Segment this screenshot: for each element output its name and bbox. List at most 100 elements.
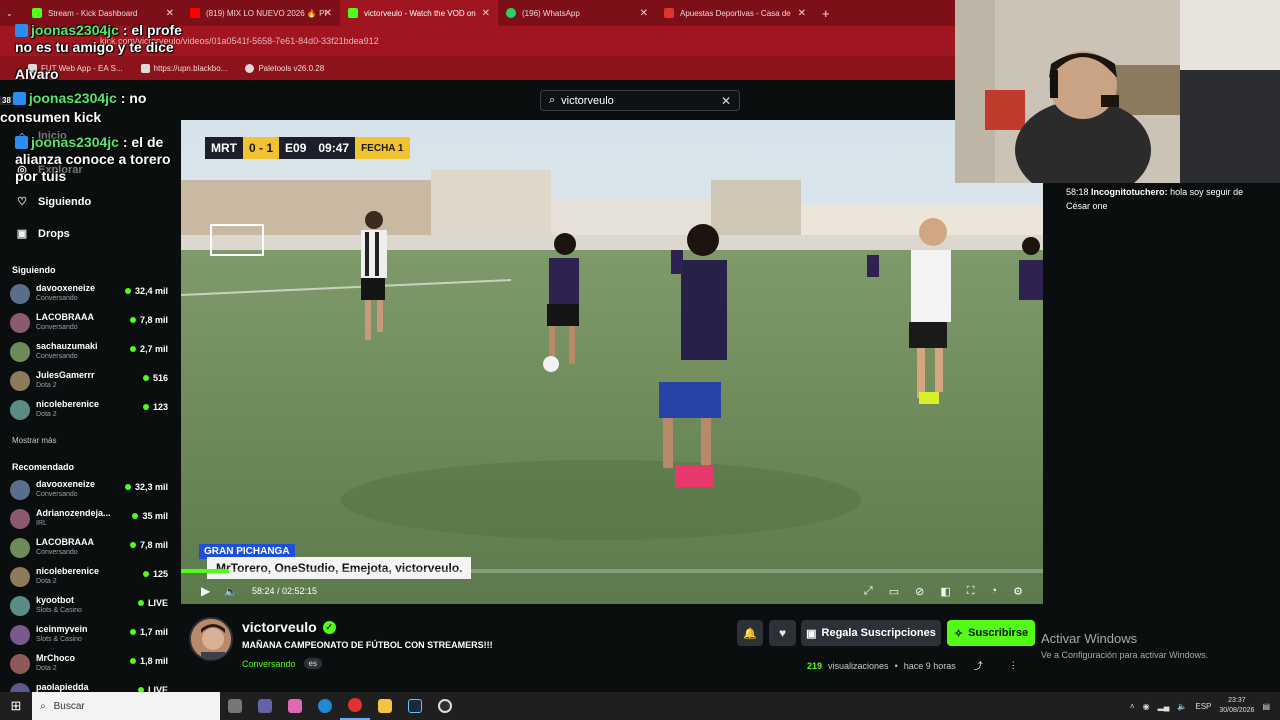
channel-row[interactable]: nicoleberenice Dota 2 123 xyxy=(10,396,170,424)
channel-row[interactable]: Adrianozendeja... IRL 35 mil xyxy=(10,505,170,533)
subscribe-button[interactable]: ✧ Suscribirse xyxy=(947,620,1035,646)
tab-apuestas[interactable]: Apuestas Deportivas - Casa de ✕ xyxy=(656,0,814,26)
close-tab-icon[interactable]: ✕ xyxy=(166,8,174,19)
obs-icon[interactable] xyxy=(430,692,460,720)
follow-heart-button[interactable]: ♥ xyxy=(769,620,796,646)
more-options-icon[interactable]: ⋮ xyxy=(1009,660,1018,671)
channel-row[interactable]: MrChoco Dota 2 1,8 mil xyxy=(10,650,170,678)
streamer-avatar[interactable] xyxy=(189,617,233,661)
time-display: 58:24 / 02:52:15 xyxy=(251,586,318,596)
viewer-count: 125 xyxy=(142,569,168,579)
heart-icon: ♡ xyxy=(17,196,27,208)
chrome-icon[interactable] xyxy=(340,692,370,720)
channel-category: Conversando xyxy=(36,324,78,331)
captions-off-icon[interactable]: ⊘ xyxy=(915,585,924,598)
channel-row[interactable]: davooxeneize Conversando 32,4 mil xyxy=(10,280,170,308)
avatar xyxy=(10,400,30,420)
channel-category: Slots & Casino xyxy=(36,607,82,614)
channel-row[interactable]: LACOBRAAA Conversando 7,8 mil xyxy=(10,534,170,562)
progress-bar[interactable] xyxy=(181,569,1043,573)
notification-bell-button[interactable]: 🔔 xyxy=(737,620,763,646)
show-more-link[interactable]: Mostrar más xyxy=(12,436,56,445)
channel-category: Dota 2 xyxy=(36,578,57,585)
channel-row[interactable]: LACOBRAAA Conversando 7,8 mil xyxy=(10,309,170,337)
tab-youtube-mix[interactable]: (819) MIX LO NUEVO 2026 🔥 PI ✕ xyxy=(182,0,340,26)
stream-category: Conversando es xyxy=(242,658,322,669)
system-tray: ˄ ◉ ▂▄ 🔈 ESP 23:37 30/08/2026 ▤ xyxy=(1130,692,1280,720)
search-input[interactable]: ⌕ victorveulo ✕ xyxy=(540,90,740,111)
avatar xyxy=(10,596,30,616)
video-player[interactable] xyxy=(181,120,1043,604)
player-controls: ▶ 🔈 58:24 / 02:52:15 ⤢ ▭ ⊘ ◧ ⛶ ◔ ⚙ xyxy=(181,578,1043,604)
copilot-icon[interactable] xyxy=(280,692,310,720)
notifications-icon[interactable]: ▤ xyxy=(1262,702,1270,711)
gift-subs-button[interactable]: ▣ Regala Suscripciones xyxy=(801,620,941,646)
chevron-up-icon[interactable]: ˄ xyxy=(1130,702,1135,711)
teams-icon[interactable] xyxy=(250,692,280,720)
clip-icon[interactable]: ⤢ xyxy=(864,585,873,598)
kick-favicon-icon xyxy=(348,8,358,18)
channel-name: sachauzumaki xyxy=(36,341,98,351)
search-icon: ⌕ xyxy=(40,700,46,712)
tab-victorveulo-vod[interactable]: victorveulo - Watch the VOD on ✕ xyxy=(340,0,498,26)
new-tab-button[interactable]: + xyxy=(814,6,838,21)
taskbar-search[interactable]: ⌕ Buscar xyxy=(32,692,220,720)
close-tab-icon[interactable]: ✕ xyxy=(482,8,490,19)
nav-drops[interactable]: ▣ Drops xyxy=(16,227,70,241)
round-label: FECHA 1 xyxy=(355,137,410,159)
channel-row[interactable]: kyootbot Slots & Casino LIVE xyxy=(10,592,170,620)
file-explorer-icon[interactable] xyxy=(370,692,400,720)
activate-windows-watermark: Activar Windows Ve a Configuración para … xyxy=(1041,631,1209,660)
edge-icon[interactable] xyxy=(310,692,340,720)
overlay-message: 38 joonas2304jc : no consumen kick xyxy=(0,90,147,125)
pip-icon[interactable]: ◧ xyxy=(940,585,950,598)
nav-siguiendo[interactable]: ♡ Siguiendo xyxy=(16,195,91,209)
close-tab-icon[interactable]: ✕ xyxy=(640,8,648,19)
video-frame xyxy=(181,120,1043,604)
play-icon[interactable]: ▶ xyxy=(201,584,210,598)
speed-icon[interactable]: ◔ xyxy=(990,585,997,598)
channel-row[interactable]: JulesGamerrr Dota 2 516 xyxy=(10,367,170,395)
search-icon: ⌕ xyxy=(549,94,556,106)
bookmark-paletools[interactable]: Paletools v26.0.28 xyxy=(245,63,324,73)
task-view-icon[interactable] xyxy=(220,692,250,720)
volume-icon[interactable]: 🔈 xyxy=(1177,702,1187,711)
steam-icon[interactable] xyxy=(400,692,430,720)
tray-app-icon[interactable]: ◉ xyxy=(1143,702,1150,711)
tab-whatsapp[interactable]: (196) WhatsApp ✕ xyxy=(498,0,656,26)
channel-row[interactable]: sachauzumaki Conversando 2,7 mil xyxy=(10,338,170,366)
live-dot-icon xyxy=(124,288,131,294)
gift-icon: ▣ xyxy=(16,228,28,240)
bookmark-icon xyxy=(245,63,255,73)
clock[interactable]: 23:37 30/08/2026 xyxy=(1219,696,1254,716)
channel-name: davooxeneize xyxy=(36,283,96,293)
clear-search-icon[interactable]: ✕ xyxy=(721,94,731,108)
channel-row[interactable]: davooxeneize Conversando 32,3 mil xyxy=(10,476,170,504)
streamer-name[interactable]: victorveulo ✓ xyxy=(242,619,336,635)
viewer-count: 1,8 mil xyxy=(129,656,168,666)
star-icon: ✧ xyxy=(953,627,964,640)
channel-row[interactable]: nicoleberenice Dota 2 125 xyxy=(10,563,170,591)
windows-taskbar: ⊞ ⌕ Buscar ˄ ◉ ▂▄ 🔈 ESP 23:37 30/08/2026 ▤ xyxy=(0,692,1280,720)
youtube-favicon-icon xyxy=(190,8,200,18)
channel-row[interactable]: iceinmyvein Slots & Casino 1,7 mil xyxy=(10,621,170,649)
viewer-count: 516 xyxy=(142,373,168,383)
share-icon[interactable]: ⤴ xyxy=(974,659,983,672)
channel-category: Slots & Casino xyxy=(36,636,82,643)
live-dot-icon xyxy=(124,484,131,490)
settings-gear-icon[interactable]: ⚙ xyxy=(1013,585,1023,598)
channel-name: JulesGamerrr xyxy=(36,370,95,380)
live-dot-icon xyxy=(132,513,139,519)
close-tab-icon[interactable]: ✕ xyxy=(324,8,332,19)
language-indicator[interactable]: ESP xyxy=(1195,702,1211,711)
avatar xyxy=(10,538,30,558)
fullscreen-icon[interactable]: ⛶ xyxy=(967,585,975,598)
live-dot-icon xyxy=(129,658,136,664)
close-tab-icon[interactable]: ✕ xyxy=(798,8,806,19)
category-link[interactable]: Conversando xyxy=(242,659,296,669)
theater-icon[interactable]: ▭ xyxy=(889,585,899,598)
network-icon[interactable]: ▂▄ xyxy=(1158,702,1170,711)
windows-start-icon[interactable]: ⊞ xyxy=(0,692,32,720)
volume-icon[interactable]: 🔈 xyxy=(224,585,238,598)
channel-name: iceinmyvein xyxy=(36,624,88,634)
